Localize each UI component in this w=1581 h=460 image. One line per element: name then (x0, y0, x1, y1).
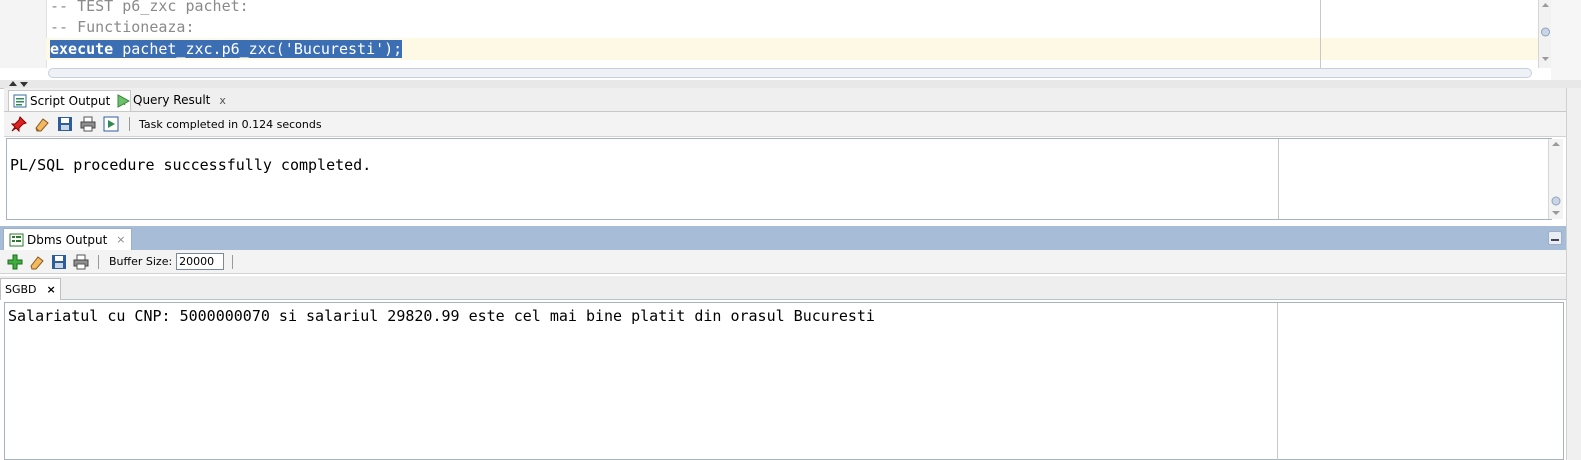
minimize-icon (1551, 239, 1559, 241)
tab-connection-sgbd[interactable]: SGBD × (0, 278, 61, 300)
tab-query-result[interactable]: Query Result x (112, 90, 230, 111)
toolbar-separator (232, 254, 234, 269)
connection-tab-label: SGBD (5, 283, 37, 296)
buffer-size-input[interactable] (176, 253, 225, 270)
minimize-panel-button[interactable] (1548, 231, 1562, 245)
script-output-icon (13, 94, 27, 108)
right-margin-guide (1320, 0, 1321, 68)
toolbar-separator (98, 254, 99, 269)
status-text: Task completed in 0.124 seconds (139, 117, 322, 131)
eraser-icon[interactable] (28, 253, 46, 271)
output-vertical-scrollbar[interactable] (1548, 139, 1563, 219)
editor-vertical-scrollbar[interactable] (1538, 0, 1552, 68)
run-report-icon[interactable] (102, 115, 120, 133)
dbms-output-area[interactable] (4, 302, 1564, 460)
pin-icon[interactable] (10, 115, 28, 133)
editor-line-1[interactable]: -- TEST p6_zxc pachet: (50, 0, 249, 17)
execute-keyword: execute (50, 40, 114, 58)
collapse-arrows-icon[interactable] (8, 80, 38, 88)
close-icon[interactable]: × (116, 233, 125, 246)
dbms-output-toolbar: Buffer Size: (0, 250, 1566, 274)
dbms-output-text: Salariatul cu CNP: 5000000070 si salariu… (8, 307, 875, 325)
script-output-area[interactable] (6, 138, 1552, 220)
close-icon[interactable]: x (219, 90, 226, 111)
dbms-output-header (0, 226, 1566, 250)
tab-label: Dbms Output (27, 232, 108, 247)
editor-line-2[interactable]: -- Functioneaza: (50, 17, 195, 38)
editor-right-strip (1551, 0, 1581, 80)
dbms-output-icon (9, 233, 24, 246)
right-side-strip (1566, 88, 1581, 460)
save-disk-icon[interactable] (56, 115, 74, 133)
run-play-icon (117, 93, 130, 108)
script-output-text: PL/SQL procedure successfully completed. (10, 156, 372, 174)
script-output-tabbar: Script Output x Query Result x (4, 88, 1566, 112)
buffer-size-label: Buffer Size: (109, 255, 173, 268)
editor-gutter (0, 0, 47, 68)
connection-tabbar: SGBD × (0, 276, 1566, 300)
output-margin-guide (1278, 139, 1279, 219)
selected-code-rest: pachet_zxc.p6_zxc('Bucuresti'); (113, 40, 403, 58)
tab-label: Query Result (133, 93, 211, 107)
tab-label: Script Output (30, 93, 111, 108)
print-icon[interactable] (79, 115, 97, 133)
toolbar-separator (129, 117, 130, 131)
editor-line-3[interactable]: execute pachet_zxc.p6_zxc('Bucuresti'); (50, 39, 403, 60)
close-icon[interactable]: × (47, 283, 56, 296)
eraser-icon[interactable] (33, 115, 51, 133)
add-connection-icon[interactable] (6, 253, 24, 271)
tab-dbms-output[interactable]: Dbms Output × (3, 228, 132, 250)
scrollbar-arrows-icon (1551, 142, 1561, 215)
editor-horizontal-scrollbar[interactable] (48, 68, 1532, 78)
selected-code[interactable]: execute pachet_zxc.p6_zxc('Bucuresti'); (50, 40, 403, 58)
dbms-margin-guide (1277, 303, 1278, 460)
save-disk-icon[interactable] (50, 253, 68, 271)
script-output-toolbar: Task completed in 0.124 seconds (4, 112, 1566, 137)
print-icon[interactable] (72, 253, 90, 271)
